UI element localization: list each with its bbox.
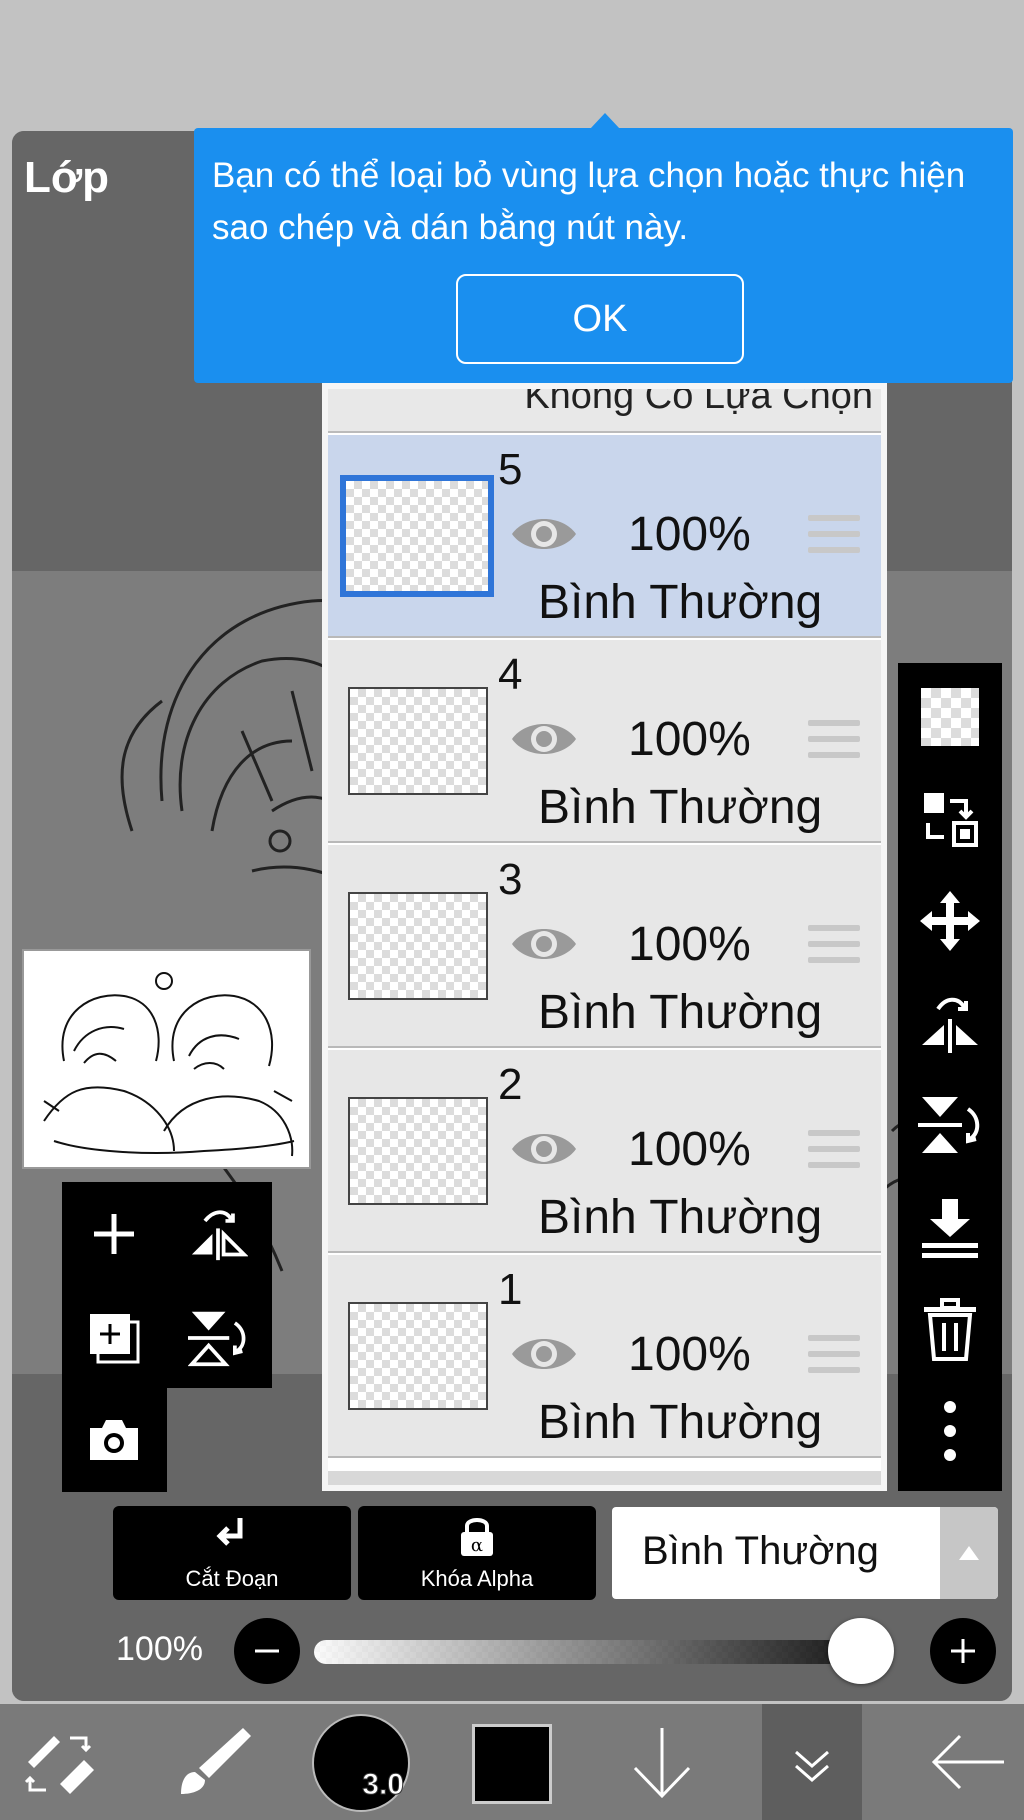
layers-chevron-icon [795,1750,829,1782]
layer-row-2[interactable]: 2 100% Bình Thường [328,1050,881,1253]
more-vertical-icon[interactable] [916,1397,984,1465]
layer-blend-mode: Bình Thường [538,1191,823,1244]
dropdown-arrow-icon[interactable] [940,1507,998,1599]
move-icon[interactable] [916,887,984,955]
alpha-lock-button[interactable]: α Khóa Alpha [358,1506,596,1600]
alpha-lock-label: Khóa Alpha [420,1566,534,1591]
down-arrow-icon[interactable] [622,1704,702,1820]
drag-handle-icon[interactable] [808,1335,860,1375]
bottom-toolbar: 3.0 [0,1704,1024,1820]
layer-number: 4 [498,650,523,699]
layer-list-footer [328,1471,881,1491]
layer-thumbnail [340,475,494,597]
layer-thumbnail [348,1302,488,1410]
layer-thumbnail [348,892,488,1000]
flip-vertical-icon[interactable] [916,1091,984,1159]
flip-layer-vertical-icon[interactable] [182,1302,254,1374]
layer-opacity: 100% [628,1328,751,1381]
layer-opacity: 100% [628,1123,751,1176]
back-arrow-icon[interactable] [918,1704,1018,1820]
opacity-decrease-button[interactable] [234,1618,300,1684]
layer-row-1[interactable]: 1 100% Bình Thường [328,1255,881,1458]
canvas-preview[interactable] [22,949,311,1169]
drag-handle-icon[interactable] [808,925,860,965]
eye-icon[interactable] [508,1125,580,1173]
svg-text:α: α [471,1535,483,1556]
drag-handle-icon[interactable] [808,1130,860,1170]
layer-opacity: 100% [628,918,751,971]
layers-button[interactable] [762,1704,862,1820]
layer-blend-mode: Bình Thường [538,1396,823,1449]
add-layer-icon[interactable] [78,1198,150,1270]
panel-title: Lớp [24,153,110,202]
trash-icon[interactable] [916,1295,984,1363]
layer-list[interactable]: Không Có Lựa Chọn 5 100% Bình Thường 4 1… [322,383,887,1491]
layer-row-3[interactable]: 3 100% Bình Thường [328,845,881,1048]
eye-icon[interactable] [508,510,580,558]
camera-icon[interactable] [78,1404,150,1476]
drag-handle-icon[interactable] [808,515,860,555]
clipping-arrow-icon [216,1518,243,1546]
layer-number: 3 [498,855,523,904]
swap-selection-icon[interactable] [916,785,984,853]
flip-horizontal-icon[interactable] [916,989,984,1057]
opacity-increase-button[interactable] [930,1618,996,1684]
duplicate-layer-icon[interactable] [78,1302,150,1374]
eye-icon[interactable] [508,1330,580,1378]
opacity-slider-knob[interactable] [828,1618,894,1684]
opacity-slider-track[interactable] [314,1640,894,1664]
merge-down-icon[interactable] [916,1193,984,1261]
right-toolbar [898,663,1002,1491]
preview-image [43,972,295,1157]
ok-button[interactable]: OK [456,274,744,364]
tooltip-arrow [590,113,620,129]
left-toolbar [62,1182,272,1388]
layer-row-5[interactable]: 5 100% Bình Thường [328,435,881,638]
layer-thumbnail [348,1097,488,1205]
transparency-icon[interactable] [916,683,984,751]
blend-mode-value: Bình Thường [642,1529,879,1573]
brush-icon[interactable] [168,1704,258,1820]
transform-eraser-icon[interactable] [20,1704,100,1820]
selection-label: Không Có Lựa Chọn [524,383,873,417]
layer-number: 5 [498,445,523,494]
layer-number: 2 [498,1060,523,1109]
brush-size-icon[interactable]: 3.0 [312,1714,410,1812]
layer-blend-mode: Bình Thường [538,576,823,629]
layer-opacity: 100% [628,713,751,766]
flip-layer-horizontal-icon[interactable] [182,1198,254,1270]
opacity-label: 100% [116,1630,203,1668]
left-toolbar-camera [62,1388,167,1492]
clipping-label: Cắt Đoạn [185,1566,279,1591]
eye-icon[interactable] [508,920,580,968]
layer-row-4[interactable]: 4 100% Bình Thường [328,640,881,843]
color-swatch[interactable] [472,1724,552,1804]
brush-size-value: 3.0 [362,1768,405,1802]
tooltip-popup: Bạn có thể loại bỏ vùng lựa chọn hoặc th… [194,113,1013,383]
layer-thumbnail [348,687,488,795]
eye-icon[interactable] [508,715,580,763]
drag-handle-icon[interactable] [808,720,860,760]
layer-blend-mode: Bình Thường [538,986,823,1039]
tooltip-message: Bạn có thể loại bỏ vùng lựa chọn hoặc th… [212,156,966,247]
lock-icon: α [461,1518,493,1556]
layer-opacity: 100% [628,508,751,561]
selection-layer-row[interactable]: Không Có Lựa Chọn [328,383,881,433]
layer-number: 1 [498,1265,523,1314]
clipping-button[interactable]: Cắt Đoạn [113,1506,351,1600]
layer-blend-mode: Bình Thường [538,781,823,834]
blend-mode-select[interactable]: Bình Thường [612,1507,998,1599]
